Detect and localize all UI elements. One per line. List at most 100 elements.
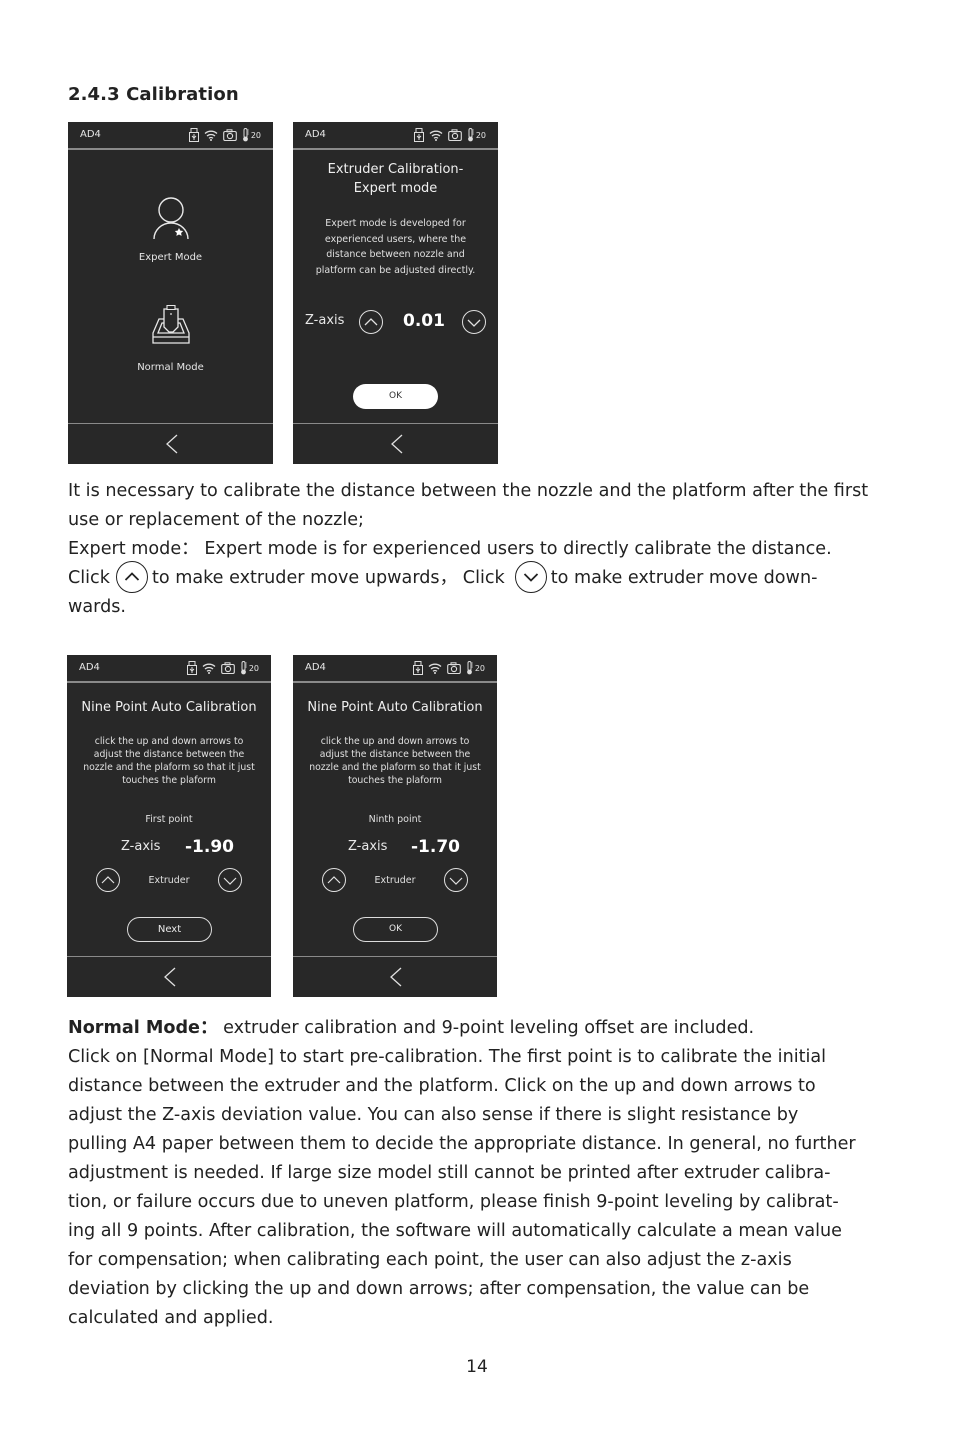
camera-icon <box>446 662 461 674</box>
z-axis-label: Z-axis <box>305 313 345 328</box>
normal-mode-paragraph: Normal Mode： extruder calibration and 9-… <box>68 1014 898 1333</box>
text-line: ing all 9 points. After calibration, the… <box>68 1221 842 1241</box>
camera-icon <box>222 129 237 141</box>
desc-line: click the up and down arrows to <box>320 736 470 747</box>
z-down-button[interactable] <box>462 310 486 334</box>
chevron-down-icon <box>467 319 481 327</box>
text-line: distance between the extruder and the pl… <box>68 1076 816 1096</box>
z-up-button[interactable] <box>359 310 383 334</box>
ok-button[interactable]: OK <box>353 384 438 409</box>
expert-mode-paragraph: It is necessary to calibrate the distanc… <box>68 477 898 622</box>
camera-icon <box>220 662 235 674</box>
z-axis-value: -1.90 <box>185 837 234 857</box>
text-line: adjustment is needed. If large size mode… <box>68 1163 831 1183</box>
upwards-text: to make extruder move upwards， Click <box>151 568 505 588</box>
text-line: adjust the Z-axis deviation value. You c… <box>68 1105 799 1125</box>
text-line: for compensation; when calibrating each … <box>68 1250 792 1270</box>
thermometer-icon <box>240 661 247 675</box>
expert-user-icon <box>152 197 189 240</box>
normal-mode-button[interactable] <box>149 304 193 349</box>
expert-title-line1: Extruder Calibration- <box>327 162 464 177</box>
desc-line: nozzle and the plaform so that it just <box>309 762 481 773</box>
screen-mode-select: AD4 20 Expert Mode Normal Mode <box>68 122 273 464</box>
desc-line: adjust the distance between the <box>319 749 471 760</box>
normal-mode-lead: Normal Mode： <box>68 1018 218 1038</box>
bottom-nav <box>68 423 273 464</box>
normal-mode-label[interactable]: Normal Mode <box>68 362 273 373</box>
text-line: It is necessary to calibrate the distanc… <box>68 481 869 501</box>
text-line: Expert mode： Expert mode is for experien… <box>68 539 832 559</box>
nine-point-description: click the up and down arrows to adjust t… <box>67 735 271 787</box>
status-bar: AD4 20 <box>293 655 497 683</box>
back-chevron-icon[interactable] <box>163 967 177 987</box>
text-line: Click on [Normal Mode] to start pre-cali… <box>68 1047 827 1067</box>
expert-title: Extruder Calibration- Expert mode <box>293 160 498 198</box>
text-line: tion, or failure occurs due to uneven pl… <box>68 1192 839 1212</box>
desc-line: adjust the distance between the <box>93 749 245 760</box>
point-label: Ninth point <box>368 814 422 825</box>
screen-expert-mode: AD4 20 Extruder Calibration- Expert mode… <box>293 122 498 464</box>
desc-line: platform can be adjusted directly. <box>315 264 476 276</box>
z-axis-label: Z-axis <box>121 839 161 854</box>
z-axis-label: Z-axis <box>348 839 388 854</box>
desc-line: click the up and down arrows to <box>94 736 244 747</box>
wifi-icon <box>202 663 216 674</box>
thermometer-icon <box>242 128 249 142</box>
page-number: 14 <box>466 1357 488 1377</box>
thermometer-icon <box>467 128 474 142</box>
status-bar: AD4 20 <box>67 655 271 683</box>
temperature-readout: 20 <box>475 130 486 140</box>
printer-model: AD4 <box>305 129 326 140</box>
next-button[interactable]: Next <box>127 917 212 942</box>
expert-title-line2: Expert mode <box>353 181 438 196</box>
thermometer-icon <box>466 661 473 675</box>
desc-line: Expert mode is developed for <box>325 218 466 229</box>
temperature-readout: 20 <box>248 663 259 673</box>
back-chevron-icon[interactable] <box>389 967 403 987</box>
text-line: Normal Mode： extruder calibration and 9-… <box>68 1014 898 1043</box>
up-arrow-button-illustration <box>115 561 148 593</box>
wifi-icon <box>204 130 218 141</box>
chevron-up-icon <box>124 572 140 581</box>
usb-storage-icon <box>186 661 197 675</box>
downwards-text: to make extruder move down- <box>550 568 818 588</box>
camera-icon <box>447 129 462 141</box>
back-chevron-icon[interactable] <box>165 434 179 454</box>
text-line: use or replacement of the nozzle; <box>68 510 364 530</box>
desc-line: nozzle and the plaform so that it just <box>83 762 255 773</box>
nine-point-title: Nine Point Auto Calibration <box>307 700 483 715</box>
status-bar: AD4 20 <box>293 122 498 150</box>
printer-platform-icon <box>151 304 190 344</box>
desc-line: touches the plaform <box>348 775 442 786</box>
text-line: wards. <box>68 597 127 617</box>
expert-mode-label[interactable]: Expert Mode <box>68 252 273 263</box>
extruder-down-button[interactable] <box>444 868 468 892</box>
wifi-icon <box>429 130 443 141</box>
printer-model: AD4 <box>305 662 326 673</box>
extruder-down-button[interactable] <box>218 868 242 892</box>
normal-mode-summary: extruder calibration and 9-point levelin… <box>217 1018 755 1038</box>
chevron-down-icon <box>223 877 237 885</box>
screen-nine-point-first: AD4 20 Nine Point Auto Calibration click… <box>67 655 271 997</box>
wifi-icon <box>428 663 442 674</box>
status-bar: AD4 20 <box>68 122 273 150</box>
section-heading: 2.4.3 Calibration <box>68 84 239 105</box>
text-line: pulling A4 paper between them to decide … <box>68 1134 856 1154</box>
temperature-readout: 20 <box>250 130 261 140</box>
desc-line: distance between nozzle and <box>326 249 465 260</box>
expert-description: Expert mode is developed for experienced… <box>293 216 498 278</box>
expert-mode-button[interactable] <box>151 196 191 244</box>
down-arrow-button-illustration <box>514 561 547 593</box>
screen-nine-point-ninth: AD4 20 Nine Point Auto Calibration click… <box>293 655 497 997</box>
z-axis-value: 0.01 <box>403 311 445 331</box>
usb-storage-icon <box>412 661 423 675</box>
desc-line: touches the plaform <box>122 775 216 786</box>
printer-model: AD4 <box>80 129 101 140</box>
point-label: First point <box>145 814 193 825</box>
text-line: deviation by clicking the up and down ar… <box>68 1279 810 1299</box>
text-line-with-icons: Click to make extruder move upwards， Clic… <box>68 561 898 593</box>
click-text: Click <box>68 568 110 588</box>
chevron-down-icon <box>523 573 538 582</box>
back-chevron-icon[interactable] <box>390 434 404 454</box>
ok-button[interactable]: OK <box>353 917 438 942</box>
